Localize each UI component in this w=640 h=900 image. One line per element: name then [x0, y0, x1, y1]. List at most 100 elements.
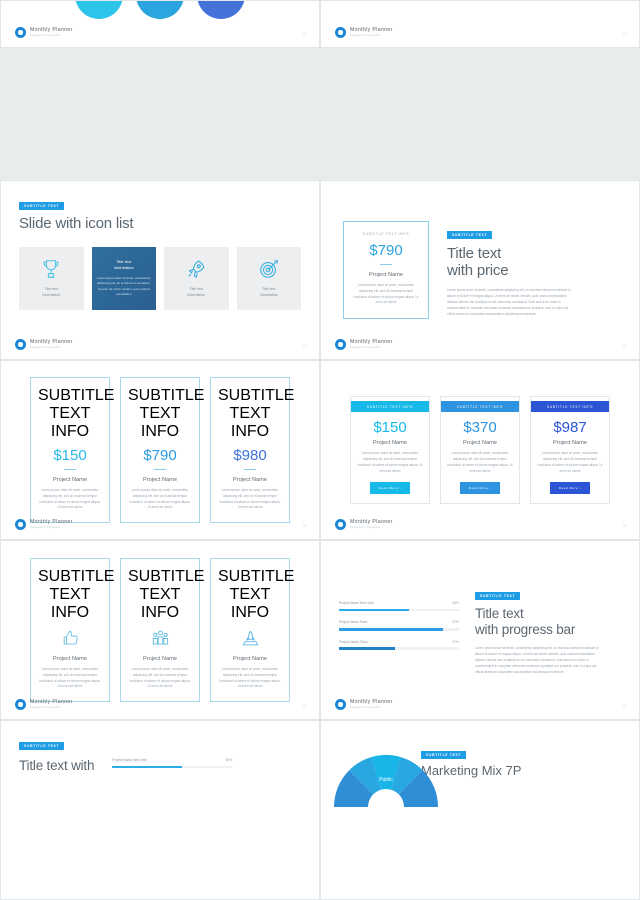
people-group-icon: [128, 629, 192, 648]
subtitle-badge: SUBTITLE TEXT: [19, 202, 65, 210]
slide-thumbnail-icon-cards[interactable]: SUBTITLE TEXT INFO Project Name Lorem ip…: [0, 540, 320, 720]
hexagon-logo-icon: [15, 519, 26, 530]
page-number: 04: [302, 344, 307, 348]
footer-brand: Monthly Planner: [350, 338, 393, 345]
progress-percent: 47%: [452, 639, 459, 644]
slide-thumbnail-blank[interactable]: Monthly Planner Powerpoint Template 03: [320, 0, 640, 48]
project-name: Project Name: [143, 655, 177, 662]
icon-card-rocket[interactable]: Title text Information: [164, 246, 229, 310]
footer-tagline: Powerpoint Template: [350, 525, 380, 529]
price-card-tag: SUBTITLE TEXT INFO: [362, 231, 410, 236]
price-card-tag: SUBTITLE TEXT INFO: [441, 401, 519, 413]
price-card-row: SUBTITLE TEXT INFO $150 Project Name Lor…: [25, 376, 295, 524]
hexagon-logo-icon: [335, 519, 346, 530]
pie-slice-label: Public: [379, 777, 393, 783]
slide-thumbnail-title-with-bars[interactable]: SUBTITLE TEXT Title text with Project Na…: [0, 720, 320, 900]
icon-card-row: Title text Information Title text Informat…: [19, 246, 301, 310]
progress-percent: 58%: [225, 758, 233, 762]
read-more-button[interactable]: Read More ›: [549, 481, 591, 494]
price-amount: $370: [463, 419, 497, 437]
icon-card-laptop-rocket[interactable]: SUBTITLE TEXT INFO Project Name Lorem ip…: [210, 557, 294, 703]
circle-3: [197, 1, 245, 19]
circle-1: [75, 1, 123, 19]
price-card[interactable]: SUBTITLE TEXT INFO $150 Project Name Lor…: [350, 396, 430, 504]
hexagon-logo-icon: [15, 699, 26, 710]
price-card[interactable]: SUBTITLE TEXT INFO $150 Project Name Lor…: [30, 376, 114, 524]
slide-footer: Monthly Planner Powerpoint Template: [335, 27, 393, 38]
footer-brand: Monthly Planner: [350, 698, 393, 705]
icon-card-target[interactable]: Title text Information: [236, 246, 301, 310]
arrow-right-icon: ›: [399, 485, 402, 490]
price-card[interactable]: SUBTITLE TEXT INFO $980 Project Name Lor…: [210, 376, 295, 524]
progress-track: [339, 608, 459, 612]
icon-card-people[interactable]: SUBTITLE TEXT INFO Project Name Lorem ip…: [120, 557, 205, 703]
read-more-button[interactable]: Read More ›: [459, 481, 501, 494]
price-card[interactable]: SUBTITLE TEXT INFO $987 Project Name Lor…: [530, 396, 610, 504]
slide-footer: Monthly Planner Powerpoint Template: [335, 699, 393, 710]
price-card-tag: SUBTITLE TEXT INFO: [531, 401, 609, 413]
slide-title: Title text with price: [447, 245, 572, 280]
icon-card-text-block[interactable]: Title text Information Lorem ipsum dolor …: [91, 246, 156, 310]
slide-footer: Monthly Planner Powerpoint Template: [15, 699, 73, 710]
body-text: Lorem ipsum dolor sit amet, consectetur …: [475, 646, 599, 674]
price-amount: $987: [553, 419, 587, 437]
slide-thumbnail-header-price-cards[interactable]: SUBTITLE TEXT INFO $150 Project Name Lor…: [320, 360, 640, 540]
slide-thumbnail-title-with-price[interactable]: SUBTITLE TEXT INFO $790 Project Name Lor…: [320, 180, 640, 360]
footer-brand: Monthly Planner: [350, 518, 393, 525]
divider: [64, 468, 76, 470]
slide-footer: Monthly Planner Powerpoint Template: [335, 339, 393, 350]
footer-brand: Monthly Planner: [30, 338, 73, 345]
price-card-body: Lorem ipsum dolor sit amet, consectetur …: [219, 487, 281, 510]
icon-card-thumbs-up[interactable]: SUBTITLE TEXT INFO Project Name Lorem ip…: [30, 557, 115, 703]
title-line-2: with price: [447, 262, 509, 280]
body-text: Lorem ipsum dolor sit amet, consectetur …: [447, 287, 571, 316]
footer-brand: Monthly Planner: [30, 518, 73, 525]
slide-footer: Monthly Planner Powerpoint Template: [335, 519, 393, 530]
progress-bar-item: Project Name New York 58%: [339, 601, 459, 612]
slide-thumbnail-marketing-mix[interactable]: Public SUBTITLE TEXT Marketing Mix 7P: [320, 720, 640, 900]
slide-thumbnail-progress-bar[interactable]: Project Name New York 58% Project Name P…: [320, 540, 640, 720]
footer-brand: Monthly Planner: [350, 26, 393, 33]
price-amount: $150: [53, 446, 87, 464]
title-line-2: with progress bar: [475, 622, 576, 638]
subtitle-badge: SUBTITLE TEXT: [447, 230, 493, 239]
progress-track: [339, 647, 459, 650]
page-number: 03: [622, 32, 627, 36]
footer-tagline: Powerpoint Template: [30, 705, 60, 709]
thumbs-up-icon: [38, 629, 102, 648]
footer-tagline: Powerpoint Template: [350, 33, 380, 37]
progress-fill: [339, 608, 409, 612]
icon-card-trophy[interactable]: Title text Information: [19, 246, 84, 310]
slide-thumbnail-three-price-cards[interactable]: SUBTITLE TEXT INFO $150 Project Name Lor…: [0, 360, 320, 540]
project-name: Project Name: [369, 271, 403, 278]
slide-title: Title text with: [19, 758, 95, 773]
price-card[interactable]: SUBTITLE TEXT INFO $790 Project Name Lor…: [120, 376, 204, 524]
icon-card-label: Title text Information: [187, 287, 206, 297]
progress-label: Project Name Paris: [339, 620, 368, 625]
progress-bar-list: Project Name New York 58% Project Name P…: [339, 601, 459, 658]
price-card[interactable]: SUBTITLE TEXT INFO $370 Project Name Lor…: [440, 396, 520, 504]
price-card-body: Lorem ipsum dolor sit amet, consectetur …: [353, 282, 419, 305]
title-line-1: Title text: [475, 606, 524, 622]
slide-thumbnail-circles[interactable]: Monthly Planner Powerpoint Template 02: [0, 0, 320, 48]
laptop-rocket-icon: [218, 629, 282, 648]
slide-thumbnail-icon-list[interactable]: SUBTITLE TEXT Slide with icon list Title…: [0, 180, 320, 360]
price-amount: $150: [373, 419, 407, 437]
price-card[interactable]: SUBTITLE TEXT INFO $790 Project Name Lor…: [343, 220, 429, 320]
progress-label: Project Name New York: [112, 758, 148, 762]
hexagon-logo-icon: [335, 27, 346, 38]
footer-tagline: Powerpoint Template: [350, 345, 380, 349]
price-card-tag: SUBTITLE TEXT INFO: [218, 386, 295, 440]
project-name: Project Name: [53, 476, 87, 483]
icon-card-tag: SUBTITLE TEXT INFO: [128, 567, 205, 621]
footer-brand: Monthly Planner: [30, 26, 73, 33]
price-card-body: Lorem ipsum dolor sit amet, consectetur …: [447, 451, 513, 473]
icon-card-tag: SUBTITLE TEXT INFO: [38, 567, 115, 621]
progress-fill: [112, 765, 182, 769]
read-more-button[interactable]: Read More ›: [369, 481, 411, 494]
footer-tagline: Powerpoint Template: [30, 525, 60, 529]
divider: [380, 263, 392, 265]
pie-chart: Public: [331, 737, 439, 807]
slide-footer: Monthly Planner Powerpoint Template: [15, 27, 73, 38]
slide-footer: Monthly Planner Powerpoint Template: [15, 519, 73, 530]
